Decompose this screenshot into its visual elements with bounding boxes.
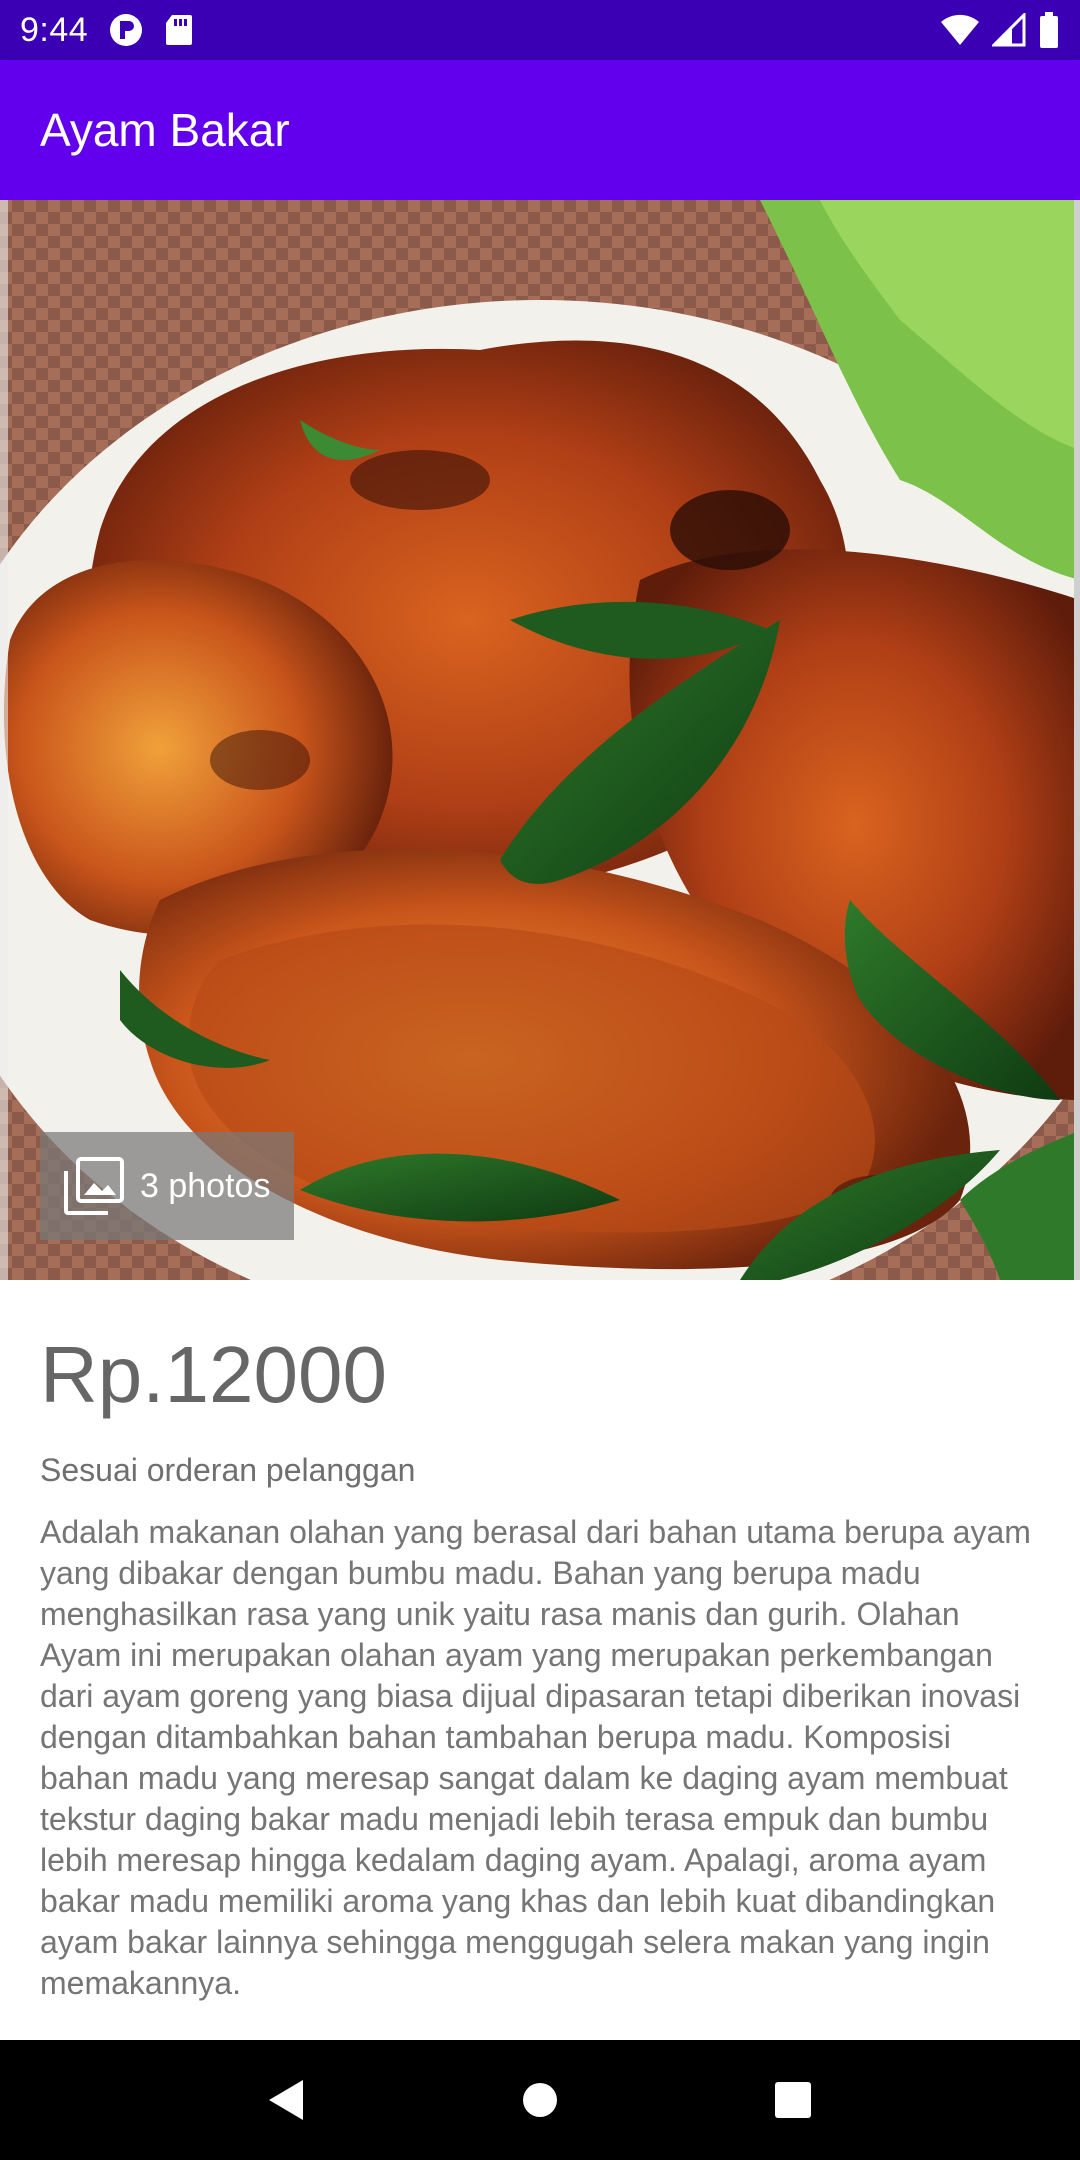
wifi-icon bbox=[940, 13, 980, 47]
battery-icon bbox=[1038, 12, 1060, 48]
app-bar: Ayam Bakar bbox=[0, 60, 1080, 200]
app-title: Ayam Bakar bbox=[40, 104, 290, 156]
cell-signal-icon bbox=[992, 13, 1026, 47]
food-photo bbox=[0, 200, 1080, 1280]
home-icon bbox=[522, 2083, 557, 2117]
product-details: Rp.12000 Sesuai orderan pelanggan Adalah… bbox=[40, 1280, 1040, 2032]
back-button[interactable] bbox=[237, 2050, 337, 2150]
status-left: 9:44 bbox=[20, 11, 194, 50]
sd-card-icon bbox=[164, 13, 194, 47]
product-price: Rp.12000 bbox=[40, 1330, 387, 1419]
status-right bbox=[940, 12, 1060, 48]
photo-count-label: 3 photos bbox=[140, 1166, 271, 1205]
recents-icon bbox=[775, 2082, 812, 2118]
hero-image[interactable]: 3 photos bbox=[0, 200, 1080, 1280]
cast-icon bbox=[108, 12, 144, 48]
product-subtitle: Sesuai orderan pelanggan bbox=[40, 1452, 416, 1488]
status-time: 9:44 bbox=[20, 10, 89, 49]
back-icon bbox=[268, 2080, 303, 2120]
system-nav-bar bbox=[0, 2040, 1080, 2160]
photo-count-badge[interactable]: 3 photos bbox=[40, 1132, 294, 1240]
photo-library-icon bbox=[64, 1157, 124, 1215]
recents-button[interactable] bbox=[743, 2050, 843, 2150]
status-bar: 9:44 bbox=[0, 0, 1080, 60]
product-description: Adalah makanan olahan yang berasal dari … bbox=[40, 1514, 1031, 2001]
home-button[interactable] bbox=[490, 2050, 590, 2150]
